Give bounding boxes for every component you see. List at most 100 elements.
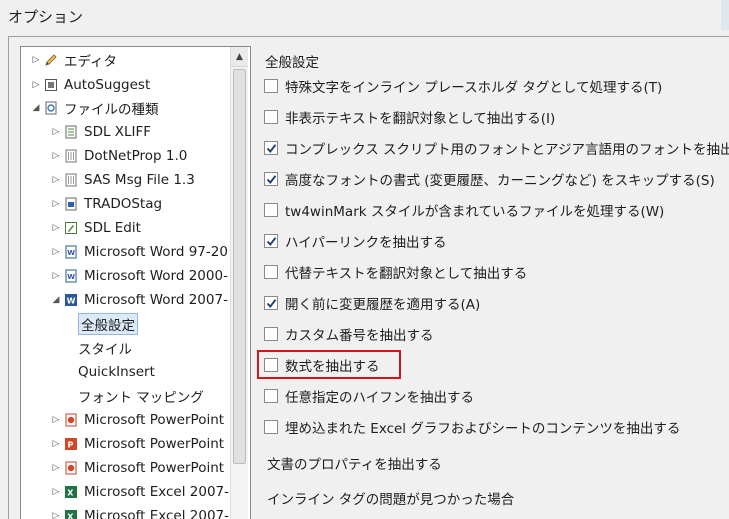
option-checkbox[interactable] [264, 296, 278, 310]
tree-item-label: TRADOStag [84, 196, 163, 212]
tree-item[interactable]: フォント マッピング [78, 385, 204, 407]
option-checkbox[interactable] [264, 327, 278, 341]
option-row[interactable]: tw4winMark スタイルが含まれているファイルを処理する(W) [264, 198, 664, 222]
tree-item[interactable]: ▷ TRADOStag [51, 193, 163, 215]
tree-item[interactable]: ▷ SDL XLIFF [51, 121, 152, 143]
collapse-arrow-icon[interactable]: ▷ [51, 199, 61, 209]
options-tree[interactable]: ▷ エディタ ▷ AutoSuggest ◢ ファイルの種類 ▷ SDL XLIFF ▷ DotN… [20, 46, 251, 519]
tree-item[interactable]: ▷ エディタ [31, 49, 118, 71]
tree-item-label: QuickInsert [78, 364, 155, 380]
tree-item-label: エディタ [64, 54, 118, 70]
option-row[interactable]: 開く前に変更履歴を適用する(A) [264, 291, 480, 315]
settings-subsection-label[interactable]: インライン タグの問題が見つかった場合 [267, 488, 514, 508]
scroll-up-button[interactable]: ▲ [231, 47, 248, 67]
tree-item-label: 全般設定 [78, 313, 138, 335]
tree-item[interactable]: ▷ SDL Edit [51, 217, 141, 239]
option-checkbox[interactable] [264, 265, 278, 279]
tree-item[interactable]: QuickInsert [78, 361, 155, 383]
autosuggest-icon [43, 77, 59, 93]
window-chrome-edge [721, 0, 729, 30]
option-row[interactable]: カスタム番号を抽出する [264, 322, 434, 346]
collapse-arrow-icon[interactable]: ▷ [51, 439, 61, 449]
powerpoint-2007-icon: P [63, 436, 79, 452]
tree-item[interactable]: ▷ W Microsoft Word 97-20 [51, 241, 228, 263]
svg-text:X: X [67, 489, 74, 498]
window-title: オプション [8, 8, 84, 26]
powerpoint-icon [63, 412, 79, 428]
svg-text:W: W [67, 273, 75, 281]
collapse-arrow-icon[interactable]: ▷ [51, 487, 61, 497]
tree-item[interactable]: ▷ SAS Msg File 1.3 [51, 169, 195, 191]
highlight-annotation [257, 350, 401, 379]
tree-item-label: Microsoft PowerPoint [84, 436, 225, 452]
option-checkbox[interactable] [264, 110, 278, 124]
properties-file-icon [63, 172, 79, 188]
expand-arrow-icon[interactable]: ◢ [31, 103, 41, 113]
option-row[interactable]: 埋め込まれた Excel グラフおよびシートのコンテンツを抽出する [264, 415, 680, 439]
collapse-arrow-icon[interactable]: ▷ [51, 223, 61, 233]
tree-item[interactable]: ◢ ファイルの種類 [31, 97, 159, 119]
option-checkbox[interactable] [264, 420, 278, 434]
option-row[interactable]: 任意指定のハイフンを抽出する [264, 384, 474, 408]
option-row[interactable]: 代替テキストを翻訳対象として抽出する [264, 260, 527, 284]
tree-item-label: Microsoft Word 2000- [84, 268, 228, 284]
collapse-arrow-icon[interactable]: ▷ [51, 127, 61, 137]
collapse-arrow-icon[interactable]: ▷ [31, 80, 41, 90]
checkmark-icon [266, 298, 276, 308]
option-row[interactable]: 高度なフォントの書式 (変更履歴、カーニングなど) をスキップする(S) [264, 167, 715, 191]
settings-subsection-label[interactable]: 文書のプロパティを抽出する [267, 453, 442, 473]
tree-item[interactable]: 全般設定 [78, 313, 138, 335]
tree-item[interactable]: ▷ DotNetProp 1.0 [51, 145, 188, 167]
excel-icon: X [63, 484, 79, 500]
tree-item[interactable]: ▷ Microsoft PowerPoint [51, 457, 225, 479]
collapse-arrow-icon[interactable]: ▷ [51, 175, 61, 185]
tree-item-label: Microsoft Word 2007- [84, 292, 228, 308]
option-checkbox[interactable] [264, 172, 278, 186]
tree-item[interactable]: ▷ Microsoft PowerPoint [51, 409, 225, 431]
option-checkbox[interactable] [264, 389, 278, 403]
option-label: カスタム番号を抽出する [285, 328, 434, 344]
tree-item[interactable]: ▷ X Microsoft Excel 2007-2 [51, 505, 238, 519]
excel-icon: X [63, 508, 79, 519]
collapse-arrow-icon[interactable]: ▷ [51, 151, 61, 161]
option-row[interactable]: ハイパーリンクを抽出する [264, 229, 446, 253]
collapse-arrow-icon[interactable]: ▷ [31, 55, 41, 65]
tree-item[interactable]: ◢ W Microsoft Word 2007- [51, 289, 228, 311]
sdl-edit-icon [63, 220, 79, 236]
option-row[interactable]: コンプレックス スクリプト用のフォントとアジア言語用のフォントを抽出する [264, 136, 729, 160]
tree-item-label: ファイルの種類 [64, 102, 159, 118]
expand-arrow-icon[interactable]: ◢ [51, 295, 61, 305]
option-checkbox[interactable] [264, 79, 278, 93]
tree-item[interactable]: ▷ P Microsoft PowerPoint [51, 433, 225, 455]
tree-item[interactable]: ▷ W Microsoft Word 2000- [51, 265, 228, 287]
option-label: 高度なフォントの書式 (変更履歴、カーニングなど) をスキップする(S) [285, 173, 715, 189]
option-checkbox[interactable] [264, 203, 278, 217]
svg-text:W: W [67, 297, 76, 306]
tree-item[interactable]: ▷ X Microsoft Excel 2007-2 [51, 481, 238, 503]
option-checkbox[interactable] [264, 141, 278, 155]
collapse-arrow-icon[interactable]: ▷ [51, 463, 61, 473]
xliff-file-icon [63, 124, 79, 140]
collapse-arrow-icon[interactable]: ▷ [51, 415, 61, 425]
collapse-arrow-icon[interactable]: ▷ [51, 511, 61, 519]
tree-item-label: AutoSuggest [64, 77, 151, 93]
tree-scrollbar[interactable]: ▲ [230, 47, 248, 519]
collapse-arrow-icon[interactable]: ▷ [51, 247, 61, 257]
option-row[interactable]: 特殊文字をインライン プレースホルダ タグとして処理する(T) [264, 74, 662, 98]
option-checkbox[interactable] [264, 234, 278, 248]
tree-item-label: Microsoft Excel 2007-2 [84, 484, 238, 500]
properties-file-icon [63, 148, 79, 164]
tree-item-label: Microsoft Word 97-20 [84, 244, 228, 260]
tree-item-label: SDL XLIFF [84, 124, 152, 140]
pencil-icon [43, 52, 59, 68]
scrollbar-thumb[interactable] [233, 69, 246, 464]
tree-item[interactable]: スタイル [78, 337, 132, 359]
svg-text:W: W [67, 249, 75, 257]
tree-item[interactable]: ▷ AutoSuggest [31, 74, 151, 96]
word-doc-icon: W [63, 244, 79, 260]
tree-item-label: Microsoft Excel 2007-2 [84, 508, 238, 519]
collapse-arrow-icon[interactable]: ▷ [51, 271, 61, 281]
tree-item-label: スタイル [78, 342, 132, 358]
file-types-icon [43, 100, 59, 116]
option-row[interactable]: 非表示テキストを翻訳対象として抽出する(I) [264, 105, 555, 129]
